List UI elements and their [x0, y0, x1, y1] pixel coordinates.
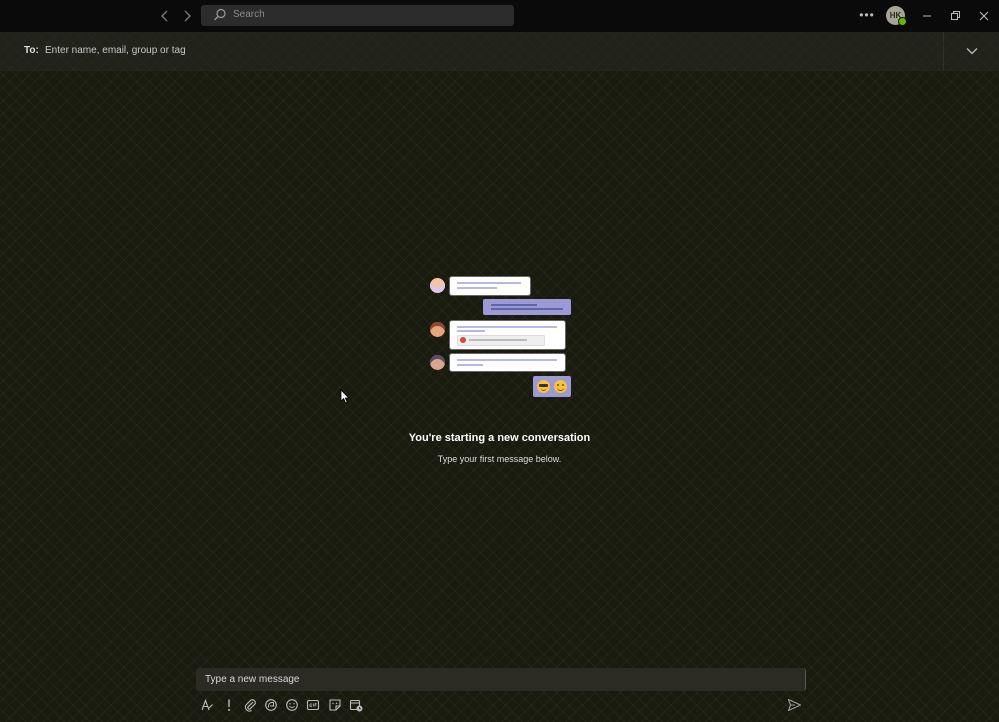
empty-state-title: You're starting a new conversation: [408, 432, 591, 444]
title-bar: Search ••• HK: [0, 0, 999, 32]
more-options-button[interactable]: •••: [858, 8, 876, 22]
person-avatar-icon: [430, 322, 445, 337]
restore-button[interactable]: [947, 8, 963, 24]
file-icon: [460, 337, 466, 343]
send-icon[interactable]: [787, 698, 802, 712]
chevron-down-icon[interactable]: [965, 45, 979, 57]
person-avatar-icon: [430, 278, 445, 293]
minimize-button[interactable]: [919, 8, 935, 24]
presence-status-icon: [898, 17, 907, 26]
chevron-left-icon: [161, 10, 168, 22]
emoji-reaction-bubble: [533, 376, 571, 397]
format-icon[interactable]: [200, 698, 214, 712]
chat-bubble-self: [483, 299, 571, 315]
chat-bubble: [450, 321, 565, 349]
empty-state-subtitle: Type your first message below.: [437, 454, 562, 464]
loop-icon[interactable]: [264, 698, 278, 712]
gif-icon[interactable]: [306, 698, 320, 712]
close-button[interactable]: [976, 8, 992, 24]
recipient-bar: To: Enter name, email, group or tag: [0, 32, 999, 71]
attachment-card: [457, 335, 545, 346]
recipient-input[interactable]: Enter name, email, group or tag: [45, 45, 186, 56]
emoji-icon[interactable]: [285, 698, 299, 712]
back-button[interactable]: [157, 8, 173, 24]
divider: [943, 32, 944, 70]
chat-bubble: [450, 354, 565, 371]
person-avatar-icon: [430, 355, 445, 370]
message-compose-box[interactable]: Type a new message: [196, 668, 806, 691]
sunglasses-emoji-icon: [537, 380, 550, 393]
smile-emoji-icon: [554, 380, 567, 393]
new-conversation-illustration: [425, 272, 577, 402]
important-icon[interactable]: [222, 698, 236, 712]
chat-bubble: [450, 277, 530, 295]
close-icon: [979, 11, 989, 21]
search-box[interactable]: Search: [201, 5, 514, 26]
restore-icon: [951, 11, 960, 20]
search-icon: [214, 8, 226, 21]
schedule-meeting-icon[interactable]: [349, 698, 363, 712]
attach-icon[interactable]: [243, 698, 257, 712]
more-horizontal-icon: •••: [859, 8, 875, 22]
avatar[interactable]: HK: [886, 6, 907, 26]
mouse-cursor-icon: [340, 389, 350, 404]
forward-button[interactable]: [179, 8, 195, 24]
search-input[interactable]: Search: [233, 9, 265, 20]
sticker-icon[interactable]: [328, 698, 342, 712]
chevron-right-icon: [184, 10, 191, 22]
minimize-icon: [923, 15, 931, 17]
to-label: To:: [24, 45, 39, 56]
message-input[interactable]: Type a new message: [205, 674, 300, 685]
